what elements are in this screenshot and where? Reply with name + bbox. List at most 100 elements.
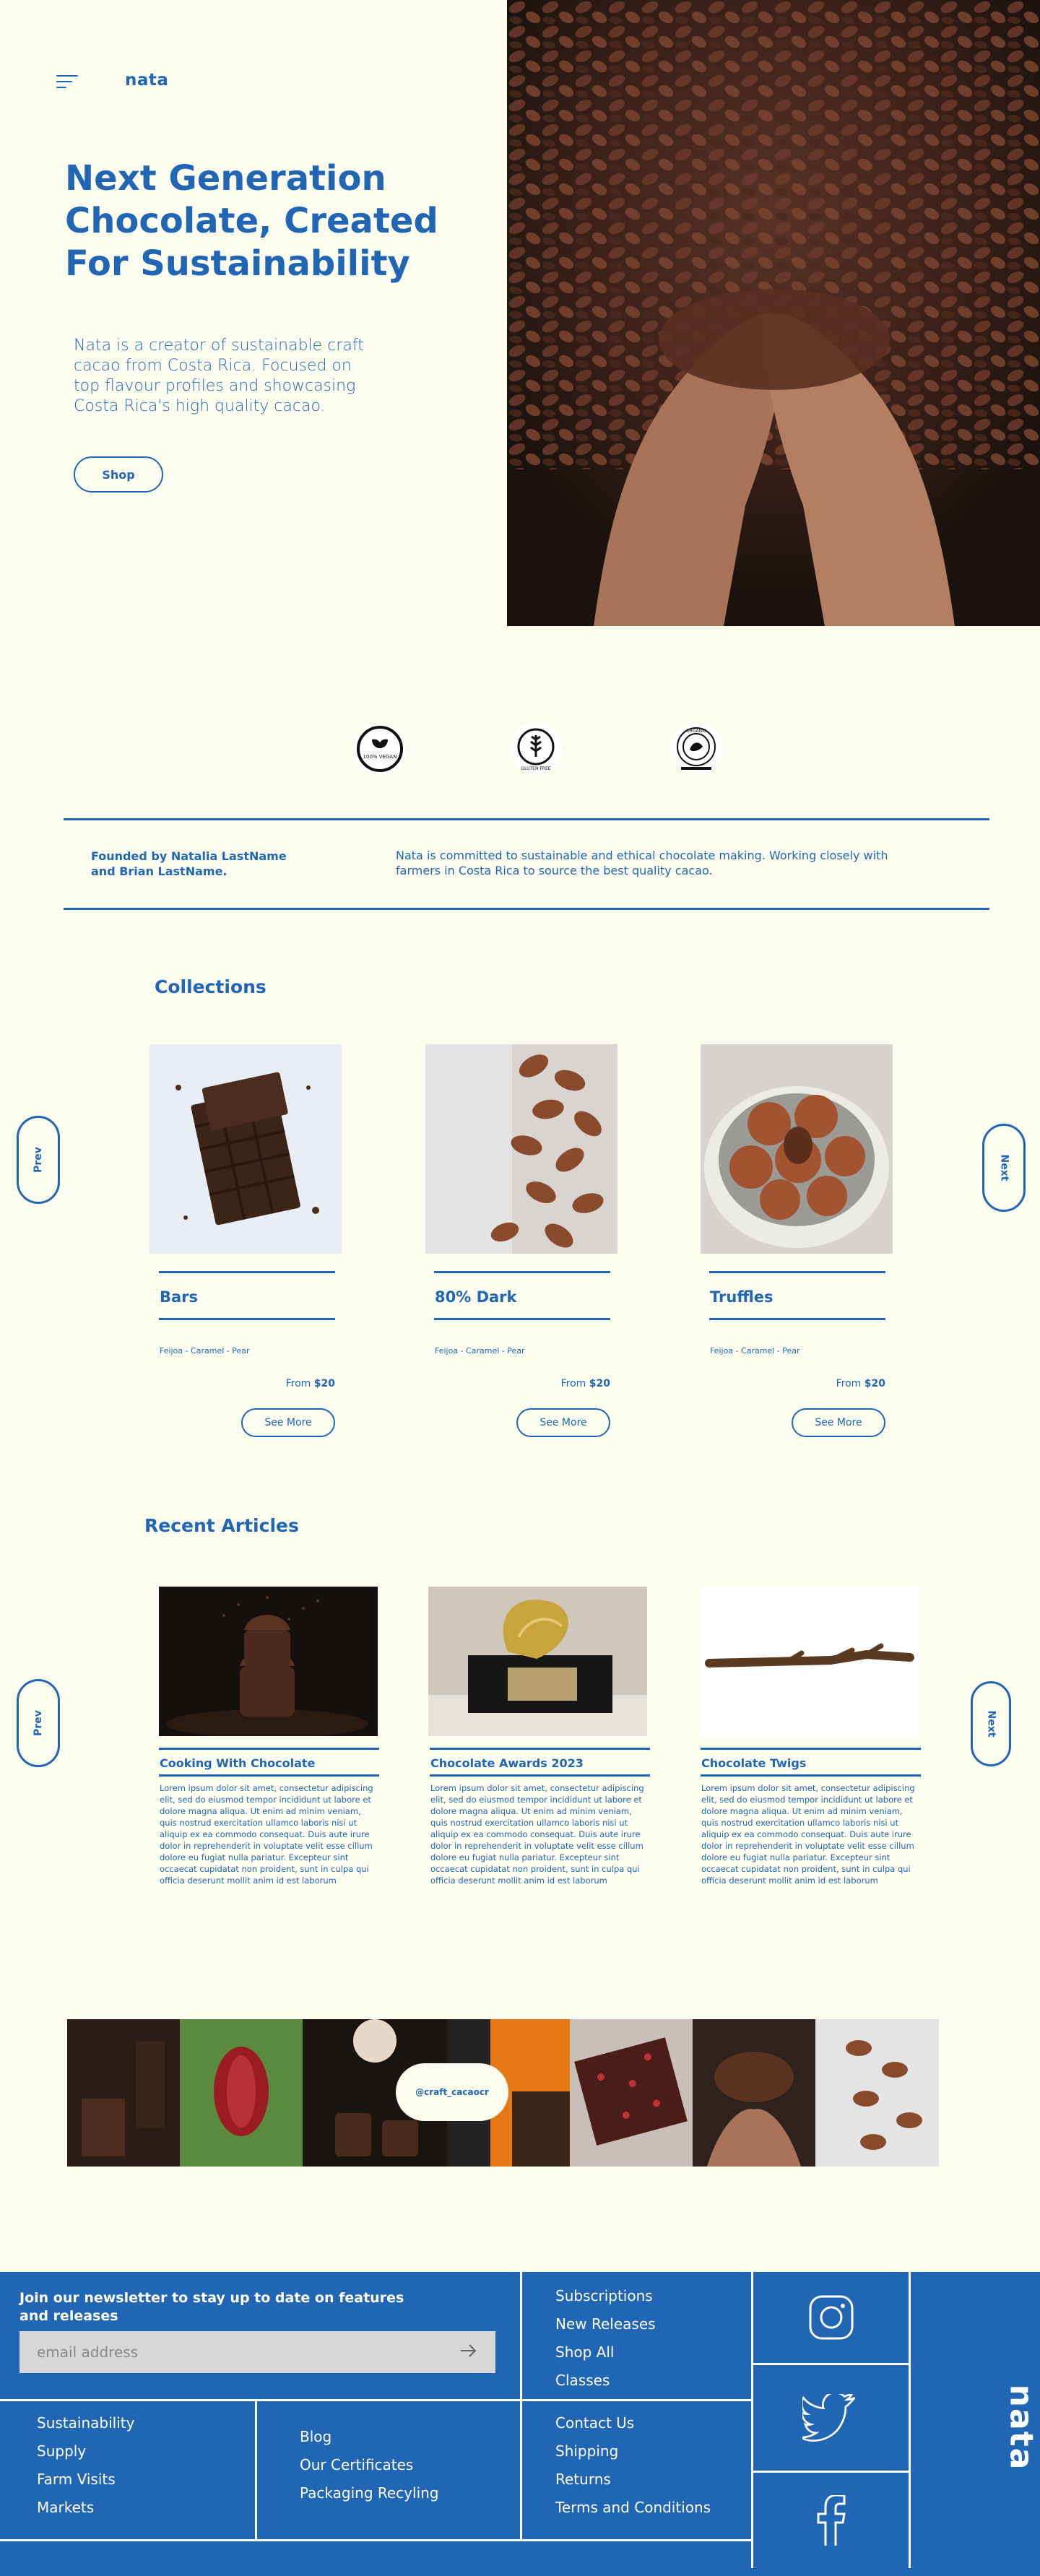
collections-next-label: Next (998, 1154, 1010, 1181)
arrow-right-icon[interactable] (459, 2343, 478, 2362)
article-title[interactable]: Chocolate Twigs (701, 1756, 806, 1770)
divider-bottom (64, 908, 989, 910)
footer-link-blog[interactable]: Blog (300, 2423, 332, 2451)
article-body: Lorem ipsum dolor sit amet, consectetur … (160, 1783, 373, 1886)
gallery-image-cacao-pod[interactable] (180, 2019, 303, 2167)
twitter-icon[interactable] (753, 2365, 909, 2471)
instagram-handle[interactable]: @craft_cacaocr (396, 2063, 508, 2121)
article-line (159, 1774, 379, 1777)
articles-prev-label: Prev (32, 1710, 44, 1736)
shop-button[interactable]: Shop (74, 456, 163, 493)
footer-link-sustainability[interactable]: Sustainability (37, 2409, 134, 2437)
article-line (701, 1774, 921, 1777)
footer-link-certificates[interactable]: Our Certificates (300, 2451, 413, 2479)
collections-title: Collections (155, 976, 266, 997)
footer-link-packaging-recyling[interactable]: Packaging Recyling (300, 2479, 439, 2507)
price-value: $20 (313, 1378, 335, 1389)
product-line (709, 1271, 885, 1273)
email-input[interactable] (37, 2343, 398, 2361)
gallery-image-berry-bars[interactable] (570, 2019, 693, 2167)
product-flavours: Feijoa - Caramel - Pear (435, 1346, 525, 1356)
hero-title: Next Generation Chocolate, Created For S… (65, 158, 438, 284)
articles-next-label: Next (985, 1710, 997, 1738)
product-flavours: Feijoa - Caramel - Pear (160, 1346, 250, 1356)
footer-logo[interactable]: nata (1002, 2385, 1039, 2471)
footer-link-shop-all[interactable]: Shop All (555, 2338, 614, 2367)
footer-link-contact-us[interactable]: Contact Us (555, 2409, 634, 2437)
mission-text: Nata is committed to sustainable and eth… (396, 849, 888, 877)
organic-badge-text: ORGANIC (686, 729, 706, 734)
articles-next-button[interactable]: Next (971, 1681, 1011, 1766)
product-line (159, 1318, 335, 1320)
footer-link-terms[interactable]: Terms and Conditions (555, 2494, 711, 2522)
footer-divider (0, 2539, 751, 2541)
article-body: Lorem ipsum dolor sit amet, consectetur … (701, 1783, 915, 1886)
divider-top (64, 818, 989, 820)
price-prefix: From (836, 1378, 864, 1389)
footer-divider (255, 2399, 257, 2541)
price-value: $20 (589, 1378, 610, 1389)
article-body: Lorem ipsum dolor sit amet, consectetur … (430, 1783, 644, 1886)
product-line (434, 1271, 610, 1273)
footer-divider (909, 2272, 911, 2568)
footer-divider (0, 2399, 751, 2401)
product-image-80-dark[interactable] (425, 1044, 618, 1254)
footer-link-shipping[interactable]: Shipping (555, 2437, 618, 2466)
product-price: From $20 (159, 1378, 335, 1389)
product-image-truffles[interactable] (701, 1044, 893, 1254)
product-name[interactable]: 80% Dark (435, 1288, 517, 1306)
article-image-twigs[interactable] (701, 1587, 919, 1736)
articles-prev-button[interactable]: Prev (17, 1679, 60, 1767)
article-image-awards[interactable] (428, 1587, 647, 1736)
gluten-free-badge: GLUTEN FREE (510, 723, 562, 775)
menu-icon[interactable] (56, 75, 78, 90)
article-line (430, 1774, 650, 1777)
article-line (701, 1748, 921, 1750)
article-title[interactable]: Cooking With Chocolate (160, 1756, 315, 1770)
gallery-image-chocolate-pieces[interactable] (67, 2019, 180, 2167)
product-price: From $20 (709, 1378, 885, 1389)
hero-description: Nata is a creator of sustainable craft c… (74, 337, 364, 415)
article-line (159, 1748, 379, 1750)
logo[interactable]: nata (125, 71, 168, 90)
see-more-button[interactable]: See More (792, 1408, 885, 1437)
footer-link-new-releases[interactable]: New Releases (555, 2310, 656, 2338)
article-line (430, 1748, 650, 1750)
product-name[interactable]: Bars (160, 1288, 198, 1306)
footer-link-farm-visits[interactable]: Farm Visits (37, 2466, 116, 2494)
founders-text: Founded by Natalia LastName and Brian La… (91, 849, 287, 878)
newsletter-text: Join our newsletter to stay up to date o… (20, 2290, 404, 2324)
facebook-icon[interactable] (753, 2473, 909, 2568)
article-image-cooking[interactable] (159, 1587, 378, 1736)
product-price: From $20 (434, 1378, 610, 1389)
footer-link-classes[interactable]: Classes (555, 2367, 610, 2395)
price-prefix: From (560, 1378, 589, 1389)
email-field[interactable] (20, 2331, 495, 2373)
price-value: $20 (864, 1378, 885, 1389)
hero-cacao-hands-image (507, 0, 1040, 626)
collections-prev-button[interactable]: Prev (17, 1116, 60, 1204)
organic-badge: ORGANIC (670, 723, 722, 775)
collections-prev-label: Prev (32, 1147, 44, 1173)
product-line (159, 1271, 335, 1273)
vegan-badge-text: 100% VEGAN (363, 754, 397, 760)
footer-link-supply[interactable]: Supply (37, 2437, 86, 2466)
instagram-icon[interactable] (753, 2272, 909, 2363)
product-name[interactable]: Truffles (710, 1288, 774, 1306)
footer-link-markets[interactable]: Markets (37, 2494, 94, 2522)
see-more-button[interactable]: See More (516, 1408, 610, 1437)
article-title[interactable]: Chocolate Awards 2023 (430, 1756, 584, 1770)
footer-link-subscriptions[interactable]: Subscriptions (555, 2282, 653, 2310)
collections-next-button[interactable]: Next (982, 1124, 1026, 1212)
articles-title: Recent Articles (144, 1515, 299, 1536)
footer-divider (520, 2272, 522, 2541)
product-line (709, 1318, 885, 1320)
see-more-button[interactable]: See More (241, 1408, 335, 1437)
product-line (434, 1318, 610, 1320)
footer-link-returns[interactable]: Returns (555, 2466, 611, 2494)
gallery-image-hands-beans[interactable] (693, 2019, 815, 2167)
footer: Join our newsletter to stay up to date o… (0, 2272, 1040, 2576)
gallery-image-cacao-beans[interactable] (815, 2019, 939, 2167)
product-image-bars[interactable] (150, 1044, 342, 1254)
price-prefix: From (285, 1378, 314, 1389)
